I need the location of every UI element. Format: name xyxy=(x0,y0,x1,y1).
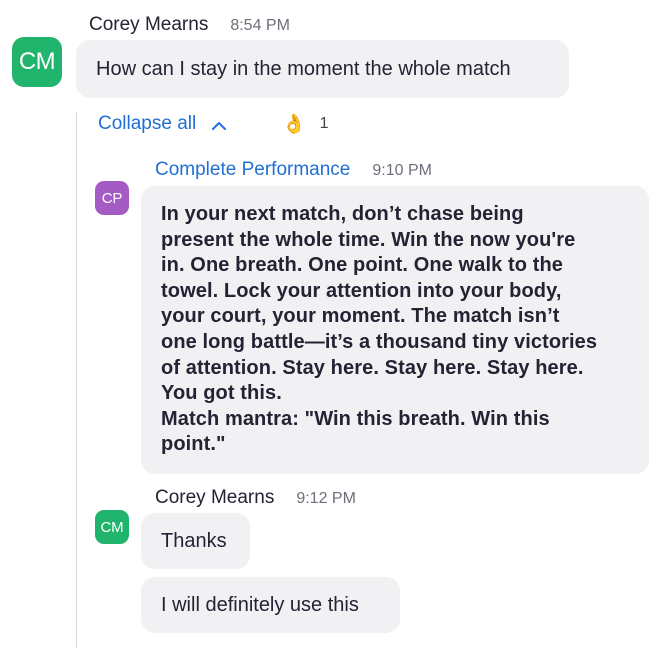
message-bubble[interactable]: Thanks xyxy=(141,513,250,569)
collapse-all-button[interactable]: Collapse all xyxy=(98,113,228,135)
message-header: Corey Mearns 8:54 PM xyxy=(89,14,290,36)
avatar[interactable]: CP xyxy=(95,181,129,215)
message-header: Corey Mearns 9:12 PM xyxy=(155,487,356,509)
message-line: In your next match, don’t chase being xyxy=(161,203,524,225)
message-line: in. One breath. One point. One walk to t… xyxy=(161,254,564,277)
author-name[interactable]: Complete Performance xyxy=(155,159,350,180)
message-line: towel. Lock your attention into your bod… xyxy=(161,279,562,302)
message-text: How can I stay in the moment the whole m… xyxy=(96,57,511,80)
message-line: Match mantra: "Win this breath. Win this xyxy=(161,407,550,430)
message-line: You got this. xyxy=(161,382,282,405)
chevron-up-icon xyxy=(210,117,228,131)
message-time: 9:12 PM xyxy=(296,490,356,507)
message-line: one long battle—it’s a thousand tiny vic… xyxy=(161,330,598,353)
message-bubble[interactable]: I will definitely use this xyxy=(141,577,400,633)
message-bubble[interactable]: In your next match, don’t chase being pr… xyxy=(141,186,649,474)
ok-hand-icon: 👌 xyxy=(282,114,306,135)
message-text: I will definitely use this xyxy=(161,593,359,616)
message-time: 9:10 PM xyxy=(372,162,432,179)
message-header: Complete Performance 9:10 PM xyxy=(155,159,432,181)
message-line: point." xyxy=(161,433,226,456)
message-text: Thanks xyxy=(161,529,227,552)
author-name[interactable]: Corey Mearns xyxy=(155,487,274,508)
reaction-button[interactable]: 👌 1 xyxy=(282,112,329,136)
author-name[interactable]: Corey Mearns xyxy=(89,14,208,35)
thread-line xyxy=(76,112,77,648)
message-line: your court, your moment. The match isn’t xyxy=(161,305,560,328)
message-bubble[interactable]: How can I stay in the moment the whole m… xyxy=(76,40,569,98)
avatar[interactable]: CM xyxy=(12,37,62,87)
message-line: of attention. Stay here. Stay here. Stay… xyxy=(161,356,584,379)
chat-thread-view: CM Corey Mearns 8:54 PM How can I stay in… xyxy=(0,0,666,648)
avatar[interactable]: CM xyxy=(95,510,129,544)
reaction-count: 1 xyxy=(319,115,329,132)
collapse-all-label: Collapse all xyxy=(98,113,197,134)
message-time: 8:54 PM xyxy=(230,17,290,34)
message-line: present the whole time. Win the now you'… xyxy=(161,228,576,251)
